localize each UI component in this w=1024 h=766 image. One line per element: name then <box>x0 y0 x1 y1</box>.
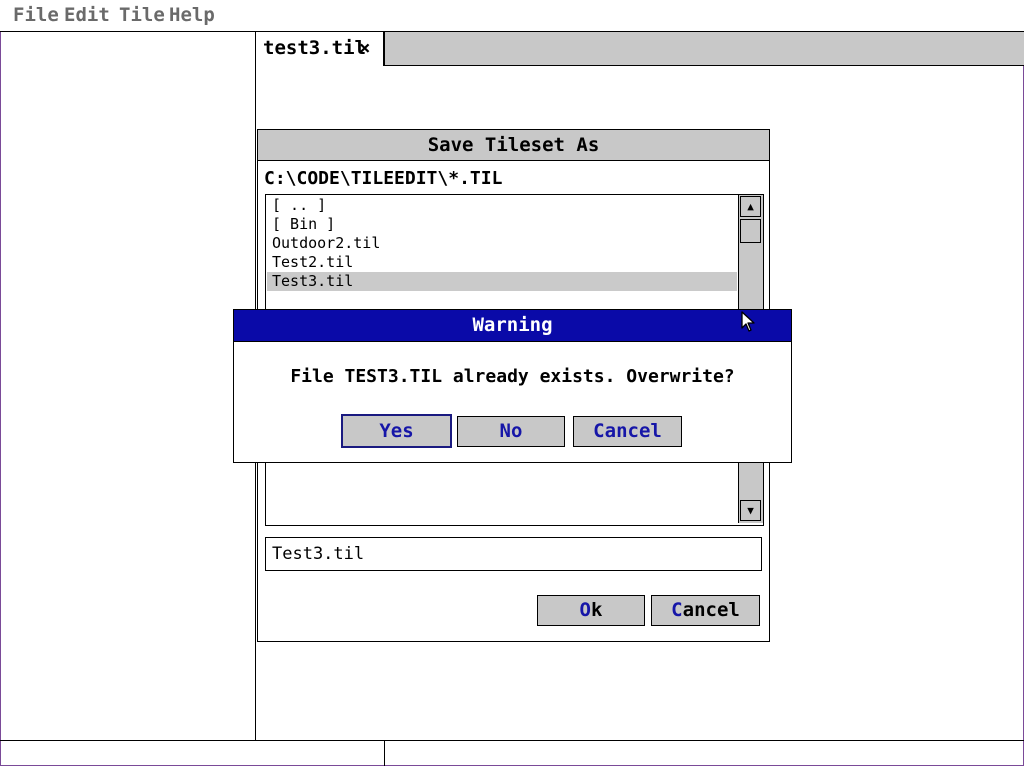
scroll-down-icon[interactable]: ▼ <box>740 500 761 521</box>
no-label-rest: o <box>511 420 523 442</box>
ok-label-rest: k <box>591 599 603 621</box>
menu-edit[interactable]: Edit <box>64 4 110 26</box>
list-item[interactable]: [ Bin ] <box>267 215 737 234</box>
mouse-cursor-icon <box>741 311 755 332</box>
yes-label-rest: es <box>390 420 414 442</box>
scroll-up-icon[interactable]: ▲ <box>740 196 761 217</box>
scroll-thumb[interactable] <box>740 219 761 243</box>
list-item[interactable]: [ .. ] <box>267 196 737 215</box>
cancel-button[interactable]: Cancel <box>651 595 760 626</box>
list-item[interactable]: Outdoor2.til <box>267 234 737 253</box>
warning-cancel-hotkey: C <box>593 420 605 442</box>
left-panel <box>0 32 256 741</box>
warning-cancel-label-rest: ancel <box>604 420 662 442</box>
warning-message: File TEST3.TIL already exists. Overwrite… <box>290 366 735 387</box>
menu-bar: File Edit Tile Help <box>0 0 1024 32</box>
cancel-label-rest: ancel <box>682 599 740 621</box>
filename-input[interactable] <box>265 537 762 571</box>
status-divider <box>384 740 385 766</box>
list-item[interactable]: Test2.til <box>267 253 737 272</box>
menu-file[interactable]: File <box>13 4 59 26</box>
cancel-hotkey: C <box>671 599 683 621</box>
menu-tile[interactable]: Tile <box>119 4 165 26</box>
list-item-selected[interactable]: Test3.til <box>267 272 737 291</box>
warning-title: Warning <box>234 310 791 342</box>
tab-test3[interactable]: test3.til × <box>256 32 384 66</box>
no-hotkey: N <box>499 420 511 442</box>
yes-hotkey: Y <box>379 420 391 442</box>
yes-button[interactable]: Yes <box>341 414 452 448</box>
menu-help[interactable]: Help <box>169 4 215 26</box>
close-icon[interactable]: × <box>359 37 370 59</box>
tab-label: test3.til <box>263 37 366 59</box>
current-path: C:\CODE\TILEEDIT\*.TIL <box>264 168 503 189</box>
dialog-title: Save Tileset As <box>258 130 769 161</box>
ok-hotkey: O <box>579 599 591 621</box>
warning-dialog: Warning File TEST3.TIL already exists. O… <box>233 309 792 463</box>
tab-bar-fill <box>384 32 1024 66</box>
warning-cancel-button[interactable]: Cancel <box>573 416 682 447</box>
status-bar <box>0 740 1024 766</box>
ok-button[interactable]: Ok <box>537 595 645 626</box>
no-button[interactable]: No <box>457 416 565 447</box>
